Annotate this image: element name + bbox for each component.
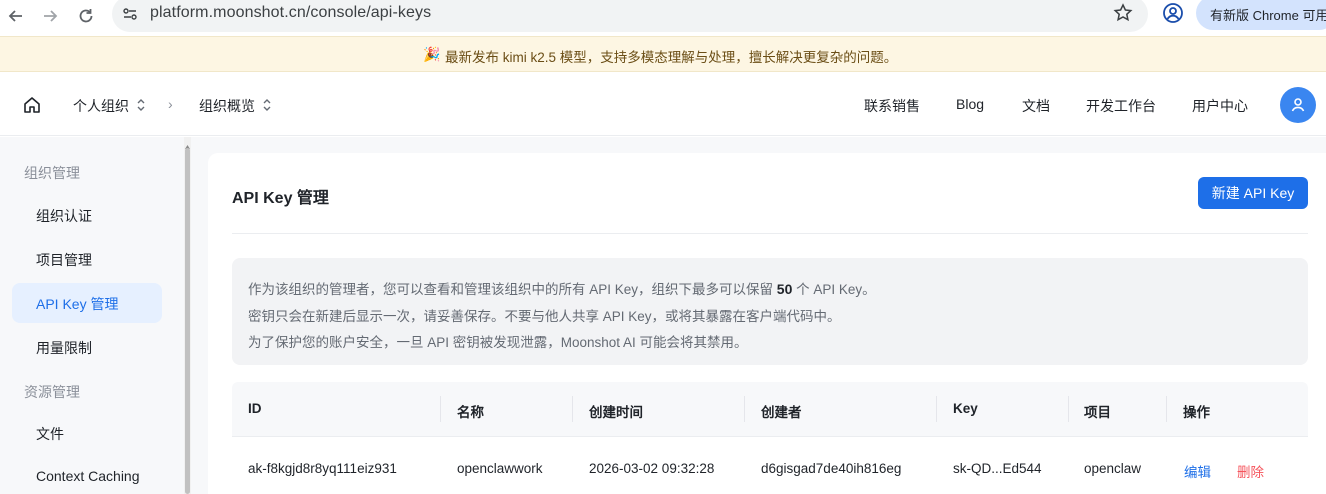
- notice-line-1-pre: 作为该组织的管理者，您可以查看和管理该组织中的所有 API Key，组织下最多可…: [248, 282, 777, 297]
- sidebar-group-resources: 资源管理: [24, 384, 80, 400]
- user-icon: [1291, 98, 1305, 112]
- sidebar: 组织管理 组织认证 项目管理 API Key 管理 用量限制 资源管理 文件 C…: [0, 137, 184, 494]
- avatar[interactable]: [1280, 87, 1316, 123]
- cell-name: openclawwork: [457, 461, 543, 476]
- profile-icon[interactable]: [1162, 2, 1184, 24]
- cell-id: ak-f8kgjd8r8yq111eiz931: [248, 461, 397, 476]
- col-header-actions: 操作: [1183, 405, 1210, 420]
- max-key-count: 50: [776, 281, 793, 297]
- chevron-right-icon: ›: [168, 96, 173, 112]
- cell-project: openclaw: [1084, 461, 1142, 476]
- notice-line-2: 密钥只会在新建后显示一次，请妥善保存。不要与他人共享 API Key，或将其暴露…: [248, 309, 841, 324]
- col-separator: [1068, 396, 1069, 422]
- notice-line-3: 为了保护您的账户安全，一旦 API 密钥被发现泄露，Moonshot AI 可能…: [248, 335, 748, 350]
- nav-link-blog[interactable]: Blog: [956, 96, 984, 112]
- sidebar-item-label: 组织认证: [36, 208, 92, 224]
- forward-icon[interactable]: [38, 4, 62, 28]
- sidebar-item-api-keys[interactable]: API Key 管理: [12, 283, 162, 323]
- sidebar-item-files[interactable]: 文件: [12, 413, 162, 453]
- chevron-updown-icon[interactable]: [135, 97, 147, 113]
- sidebar-item-context-caching[interactable]: Context Caching: [12, 457, 162, 494]
- col-header-creator: 创建者: [761, 405, 802, 420]
- sidebar-item-label: 文件: [36, 426, 64, 442]
- party-popper-icon: 🎉: [423, 46, 441, 62]
- sidebar-item-org-verification[interactable]: 组织认证: [12, 195, 162, 235]
- sidebar-item-project-management[interactable]: 项目管理: [12, 239, 162, 279]
- nav-link-workbench[interactable]: 开发工作台: [1086, 96, 1156, 116]
- sidebar-item-label: 用量限制: [36, 340, 92, 356]
- col-separator: [440, 396, 441, 422]
- divider: [232, 233, 1308, 234]
- col-separator: [936, 396, 937, 422]
- edit-link[interactable]: 编辑: [1184, 461, 1211, 481]
- nav-link-contact-sales[interactable]: 联系销售: [864, 96, 920, 116]
- url-text[interactable]: platform.moonshot.cn/console/api-keys: [150, 4, 431, 22]
- sidebar-item-label: 项目管理: [36, 252, 92, 268]
- home-icon[interactable]: [22, 95, 42, 115]
- col-separator: [744, 396, 745, 422]
- delete-link[interactable]: 删除: [1237, 461, 1264, 481]
- site-info-icon[interactable]: [121, 5, 139, 23]
- col-separator: [572, 396, 573, 422]
- sidebar-item-usage-limits[interactable]: 用量限制: [12, 327, 162, 367]
- breadcrumb-org-overview[interactable]: 组织概览: [199, 96, 255, 116]
- new-api-key-button[interactable]: 新建 API Key: [1198, 177, 1308, 209]
- notice-line-1-post: 个 API Key。: [792, 282, 876, 297]
- info-notice: 作为该组织的管理者，您可以查看和管理该组织中的所有 API Key，组织下最多可…: [232, 258, 1308, 365]
- sidebar-scroll-thumb[interactable]: [185, 148, 190, 494]
- page-title: API Key 管理: [232, 190, 329, 207]
- table-row: ak-f8kgjd8r8yq111eiz931 openclawwork 202…: [232, 436, 1308, 494]
- cell-key: sk-QD...Ed544: [953, 461, 1042, 476]
- reload-icon[interactable]: [74, 4, 98, 28]
- table-header: ID 名称 创建时间 创建者 Key 项目 操作: [232, 382, 1308, 436]
- chevron-updown-icon[interactable]: [261, 97, 273, 113]
- col-header-project: 项目: [1084, 405, 1111, 420]
- sidebar-group-org-management: 组织管理: [24, 165, 80, 181]
- cell-creator: d6gisgad7de40ih816eg: [761, 461, 902, 476]
- bookmark-star-icon[interactable]: [1112, 2, 1134, 24]
- col-header-created: 创建时间: [589, 405, 643, 420]
- top-navigation: 个人组织 › 组织概览 联系销售 Blog 文档 开发工作台 用户中心: [0, 72, 1326, 136]
- col-header-id: ID: [248, 401, 262, 416]
- col-header-key: Key: [953, 401, 978, 416]
- col-header-name: 名称: [457, 405, 484, 420]
- notice-line-1: 作为该组织的管理者，您可以查看和管理该组织中的所有 API Key，组织下最多可…: [248, 278, 876, 298]
- sidebar-item-label: API Key 管理: [36, 296, 119, 312]
- chrome-update-label: 有新版 Chrome 可用: [1210, 8, 1326, 23]
- nav-link-docs[interactable]: 文档: [1022, 96, 1050, 116]
- browser-toolbar: platform.moonshot.cn/console/api-keys 有新…: [0, 0, 1326, 36]
- back-icon[interactable]: [4, 4, 28, 28]
- col-separator: [1166, 396, 1167, 422]
- scroll-up-arrow-icon[interactable]: [184, 138, 191, 149]
- announcement-banner: 🎉 最新发布 kimi k2.5 模型，支持多模态理解与处理，擅长解决更复杂的问…: [0, 36, 1326, 72]
- nav-link-user-center[interactable]: 用户中心: [1192, 96, 1248, 116]
- sidebar-item-label: Context Caching: [36, 468, 140, 484]
- cell-created: 2026-03-02 09:32:28: [589, 461, 715, 476]
- announcement-text[interactable]: 最新发布 kimi k2.5 模型，支持多模态理解与处理，擅长解决更复杂的问题。: [445, 46, 897, 66]
- org-selector[interactable]: 个人组织: [73, 96, 129, 116]
